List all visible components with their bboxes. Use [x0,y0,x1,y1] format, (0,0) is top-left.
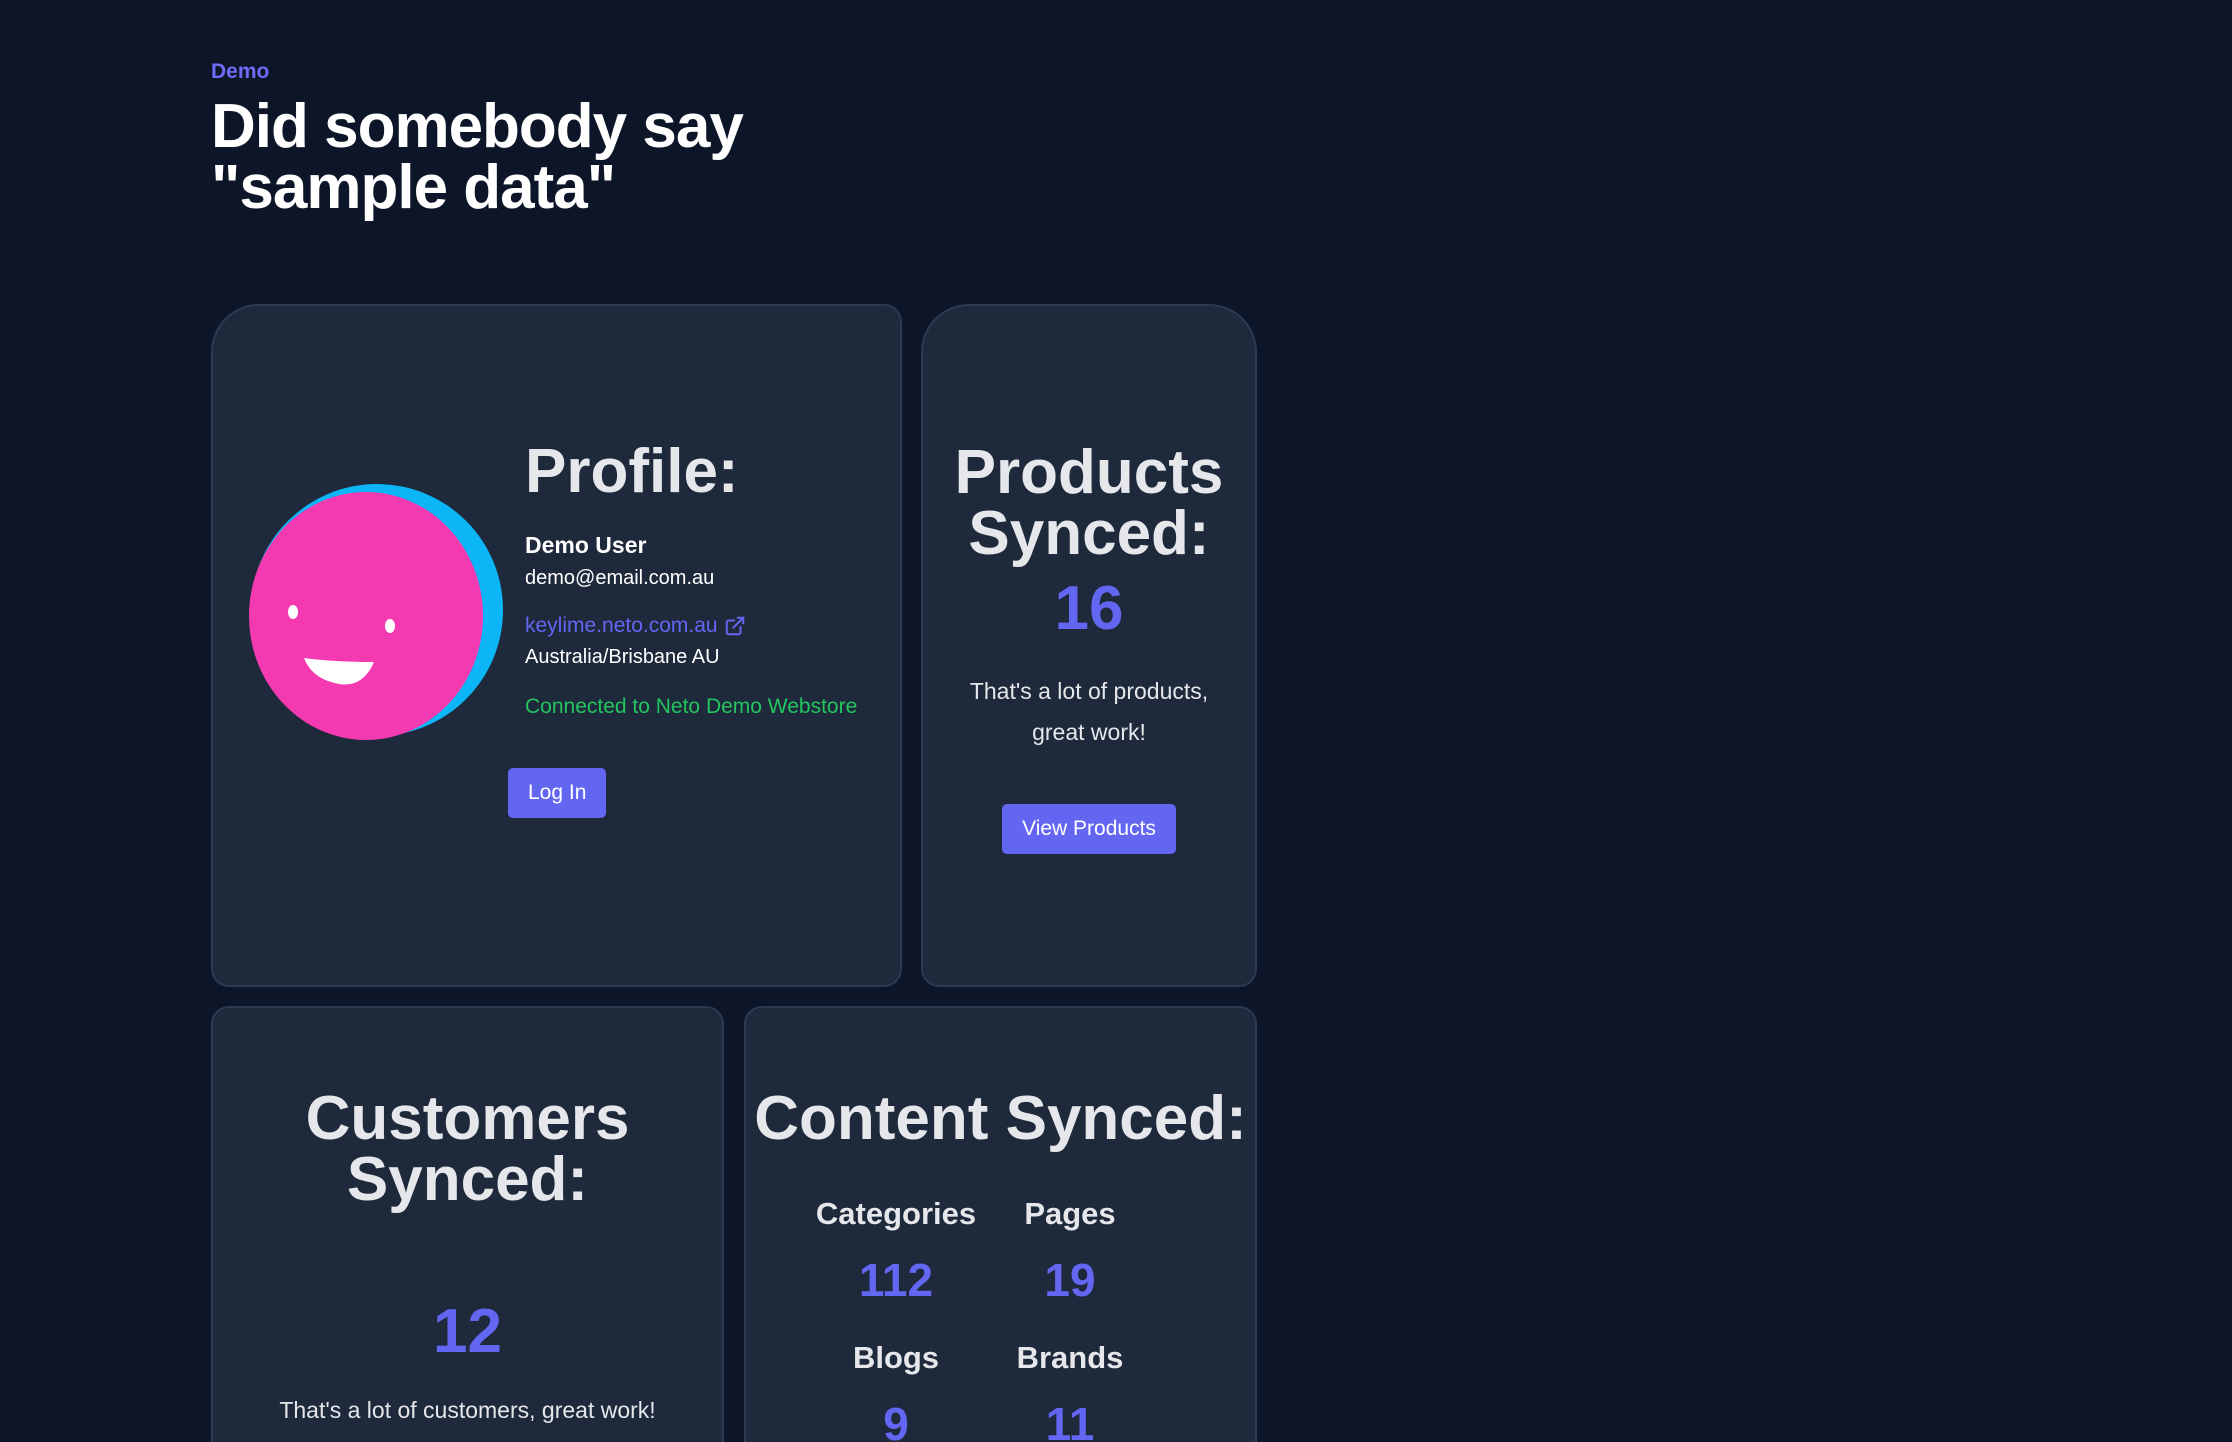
page: Demo Did somebody say "sample data" Prof… [0,0,2232,1442]
content-item-label: Categories [815,1196,977,1231]
products-title-wrap: Products Synced: [923,438,1255,568]
content-item-categories: Categories 112 [806,1194,986,1326]
content-title: Content Synced: [754,1084,1247,1153]
content-item-value: 9 [883,1398,909,1442]
content-title-wrap: Content Synced: [746,1084,1255,1153]
user-email: demo@email.com.au [525,567,715,589]
products-note: That's a lot of products, great work! [969,678,1209,745]
content-item-blogs: Blogs 9 [806,1338,986,1442]
content-item-value: 11 [1045,1398,1095,1442]
profile-card: Profile: Demo User demo@email.com.au key… [211,304,902,987]
content-card: Content Synced: Categories 112 Pages 19 … [744,1006,1257,1442]
content-item-label: Brands [1016,1340,1124,1375]
content-grid: Categories 112 Pages 19 Blogs 9 Brands 1… [806,1194,1154,1442]
content-item-value: 19 [1044,1254,1096,1306]
customers-note: That's a lot of customers, great work! [279,1397,656,1423]
page-title: Did somebody say "sample data" [211,92,744,222]
customers-card: Customers Synced: 12 That's a lot of cus… [211,1006,724,1442]
store-link-label: keylime.neto.com.au [525,614,718,637]
connection-status: Connected to Neto Demo Webstore [525,695,858,718]
page-eyebrow: Demo [211,60,270,83]
view-products-button[interactable]: View Products [1002,804,1176,854]
content-item-label: Pages [1024,1196,1116,1231]
customers-count: 12 [433,1297,502,1366]
products-button-wrap: View Products [923,804,1255,854]
external-link-icon [725,616,744,636]
content-item-pages: Pages 19 [986,1194,1154,1326]
login-button[interactable]: Log In [508,768,607,818]
content-item-label: Blogs [852,1340,940,1375]
content-item-brands: Brands 11 [986,1338,1154,1442]
content-item-value: 112 [858,1254,934,1306]
products-card: Products Synced: 16 That's a lot of prod… [921,304,1257,987]
smiley-avatar-icon [249,484,503,740]
profile-title: Profile: [525,437,739,506]
store-link[interactable]: keylime.neto.com.au [525,614,746,638]
user-location: Australia/Brisbane AU [525,646,720,668]
customers-title: Customers Synced: [305,1084,630,1214]
profile-info: Profile: Demo User demo@email.com.au key… [525,436,895,719]
products-count: 16 [1054,574,1124,643]
user-name: Demo User [525,532,647,558]
customers-title-wrap: Customers Synced: [213,1084,722,1214]
products-title: Products Synced: [954,438,1224,568]
